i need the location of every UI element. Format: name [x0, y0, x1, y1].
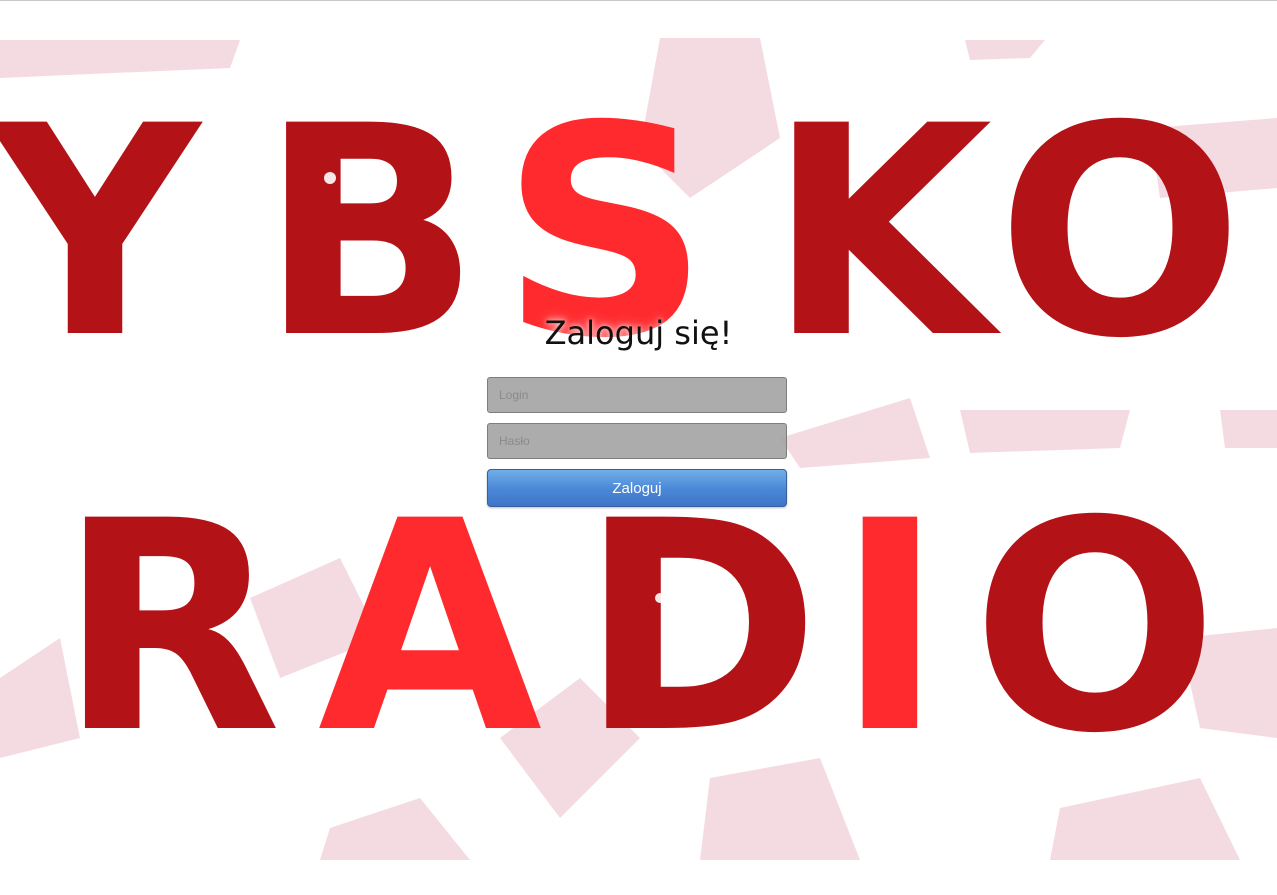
login-title: Zaloguj się!	[544, 314, 733, 352]
login-button[interactable]: Zaloguj	[487, 469, 787, 507]
password-input[interactable]	[487, 423, 787, 459]
login-input[interactable]	[487, 377, 787, 413]
login-form: Zaloguj się! Zaloguj	[0, 0, 1277, 895]
